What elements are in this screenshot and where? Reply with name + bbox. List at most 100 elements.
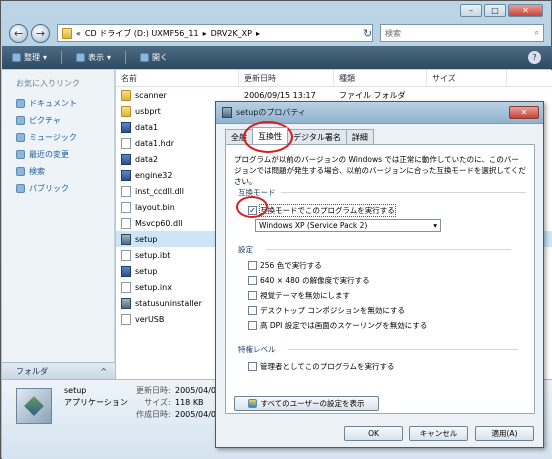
- sidebar-item-label: ミュージック: [29, 133, 77, 142]
- search-input[interactable]: 検索 ⌕: [380, 24, 544, 42]
- sidebar-item-label: 検索: [29, 167, 45, 176]
- breadcrumb-segment[interactable]: DRV2K_XP: [211, 29, 252, 38]
- file-name: setup: [135, 234, 158, 244]
- breadcrumb-segment[interactable]: CD ドライブ (D:) UXMF56_11: [85, 28, 199, 39]
- setting-desktop-composition[interactable]: デスクトップ コンポジションを無効にする: [248, 305, 405, 316]
- search-icon[interactable]: ⌕: [535, 28, 539, 38]
- chevron-up-icon: ^: [100, 366, 107, 376]
- search-placeholder: 検索: [385, 28, 401, 38]
- nav-buttons: ← →: [9, 24, 50, 43]
- setting-visual-themes[interactable]: 視覚テーマを無効にします: [248, 290, 350, 301]
- details-name-block: setup アプリケーション: [64, 385, 128, 409]
- column-header-name[interactable]: 名前: [116, 70, 239, 86]
- modified-label: 更新日時:: [136, 386, 171, 395]
- folders-toggle[interactable]: フォルダ ^: [2, 362, 115, 379]
- organize-icon: [12, 53, 21, 62]
- tab-digital-signature[interactable]: デジタル署名: [287, 129, 347, 144]
- column-header-type[interactable]: 種類: [334, 70, 427, 86]
- folders-label: フォルダ: [16, 366, 48, 376]
- file-name: statusuninstaller: [135, 298, 202, 308]
- sidebar-item-search[interactable]: 検索: [2, 163, 114, 180]
- column-header-date[interactable]: 更新日時: [239, 70, 334, 86]
- intro-text: プログラムが以前のバージョンの Windows では正常に動作していたのに、この…: [234, 155, 526, 186]
- back-button[interactable]: ←: [9, 24, 28, 43]
- shield-icon: [248, 399, 258, 408]
- doc-icon: [121, 249, 131, 261]
- view-icon: [76, 53, 86, 62]
- chevron-down-icon: ▾: [107, 53, 112, 62]
- documents-icon: [16, 99, 25, 108]
- toolbar-divider: [125, 51, 127, 64]
- sidebar-item-label: ドキュメント: [29, 99, 77, 108]
- address-prefix: «: [76, 28, 81, 38]
- favorites-header: お気に入りリンク: [16, 79, 80, 88]
- cancel-button[interactable]: キャンセル: [409, 426, 468, 441]
- app-icon: [121, 169, 131, 181]
- checkbox-box: [248, 276, 257, 285]
- setting-high-dpi[interactable]: 高 DPI 設定では画面のスケーリングを無効にする: [248, 320, 427, 331]
- breadcrumb-separator-icon: ▸: [256, 28, 261, 38]
- group-divider: [281, 192, 526, 193]
- recent-icon: [16, 150, 25, 159]
- tab-details[interactable]: 詳細: [345, 129, 374, 144]
- minimize-button[interactable]: –: [460, 4, 482, 17]
- pictures-icon: [16, 116, 25, 125]
- folder-icon: [121, 105, 131, 117]
- run-as-admin-checkbox[interactable]: 管理者としてこのプログラムを実行する: [248, 361, 395, 372]
- help-icon[interactable]: ?: [528, 51, 541, 64]
- back-arrow-icon: ←: [13, 27, 24, 40]
- navigation-pane: お気に入りリンク ドキュメント ピクチャ ミュージック 最近の変更 検索 パブリ…: [2, 70, 115, 377]
- chevron-down-icon: ▾: [433, 221, 437, 230]
- sidebar-item-recent[interactable]: 最近の変更: [2, 146, 114, 163]
- all-users-settings-button[interactable]: すべてのユーザーの設定を表示: [234, 396, 379, 411]
- file-name: data2: [135, 154, 159, 164]
- sidebar-item-label: ピクチャ: [29, 116, 61, 125]
- doc-icon: [121, 201, 131, 213]
- doc-icon: [121, 281, 131, 293]
- sidebar-item-music[interactable]: ミュージック: [2, 129, 114, 146]
- compat-mode-checkbox[interactable]: ✓ 互換モードでこのプログラムを実行する: [248, 204, 396, 217]
- forward-button[interactable]: →: [31, 24, 50, 43]
- file-type: ファイル フォルダ: [339, 90, 406, 100]
- ok-button[interactable]: OK: [344, 426, 403, 441]
- setting-256-colors[interactable]: 256 色で実行する: [248, 260, 322, 271]
- sidebar-item-pictures[interactable]: ピクチャ: [2, 112, 114, 129]
- sidebar-item-public[interactable]: パブリック: [2, 180, 114, 197]
- dialog-title: setupのプロパティ: [236, 108, 306, 117]
- doc-icon: [121, 137, 131, 149]
- setup-icon: [121, 297, 131, 309]
- file-name: setup: [135, 266, 158, 276]
- sidebar-item-documents[interactable]: ドキュメント: [2, 95, 114, 112]
- folder-icon: [62, 27, 72, 39]
- privilege-group-label: 特権レベル: [238, 345, 276, 354]
- doc-icon: [121, 185, 131, 197]
- open-button[interactable]: 開く: [140, 52, 168, 63]
- setting-label: デスクトップ コンポジションを無効にする: [260, 306, 405, 315]
- setting-label: 256 色で実行する: [260, 261, 322, 270]
- setup-icon: [222, 107, 232, 118]
- file-name: inst_ccdll.dll: [135, 186, 184, 196]
- app-icon: [121, 265, 131, 277]
- tab-compatibility[interactable]: 互換性: [252, 127, 288, 144]
- file-name: setup.inx: [135, 282, 172, 292]
- file-name: layout.bin: [135, 202, 175, 212]
- refresh-icon[interactable]: ↻: [363, 27, 372, 40]
- file-name-cell: scanner: [121, 89, 239, 101]
- dialog-close-button[interactable]: ✕: [509, 106, 539, 119]
- setting-640x480[interactable]: 640 × 480 の解像度で実行する: [248, 275, 370, 286]
- breadcrumb-separator-icon: ▸: [202, 28, 207, 38]
- address-bar[interactable]: « CD ドライブ (D:) UXMF56_11 ▸ DRV2K_XP ▸: [57, 24, 373, 42]
- organize-button[interactable]: 整理 ▾: [12, 52, 47, 63]
- maximize-button[interactable]: □: [484, 4, 506, 17]
- file-name: verUSB: [135, 314, 165, 324]
- os-version-select[interactable]: Windows XP (Service Pack 2) ▾: [255, 219, 441, 232]
- column-header-size[interactable]: サイズ: [427, 70, 507, 86]
- apply-button[interactable]: 適用(A): [475, 426, 534, 441]
- close-button[interactable]: ✕: [508, 4, 543, 17]
- created-label: 作成日時:: [136, 410, 171, 419]
- group-divider: [288, 349, 518, 350]
- organize-label: 整理: [24, 53, 40, 62]
- view-button[interactable]: 表示 ▾: [76, 52, 111, 63]
- open-icon: [140, 53, 150, 62]
- checkbox-box: [248, 321, 257, 330]
